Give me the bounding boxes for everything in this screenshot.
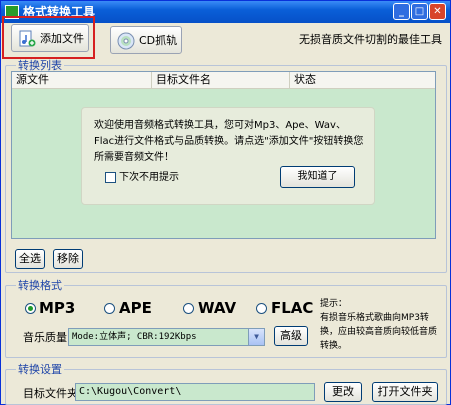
radio-ape[interactable] [104,303,115,314]
app-window: 格式转换工具 _ □ ✕ 添加文件 CD抓轨 无损音质文件切割的最佳工具 转换列… [0,0,451,405]
maximize-button[interactable]: □ [411,3,428,20]
dont-show-label[interactable]: 下次不用提示 [119,171,179,185]
cd-rip-label: CD抓轨 [139,34,178,47]
cd-rip-button[interactable]: CD抓轨 [110,26,182,54]
quality-label: 音乐质量 [23,331,67,344]
file-list-header: 源文件 目标文件名 状态 [12,72,435,89]
label-mp3[interactable]: MP3 [39,300,75,317]
select-all-button[interactable]: 全选 [15,249,45,269]
add-file-button[interactable]: 添加文件 [11,24,89,52]
open-folder-button[interactable]: 打开文件夹 [372,382,438,402]
add-file-label: 添加文件 [40,32,84,45]
target-folder-label: 目标文件夹 [23,387,78,400]
advanced-button[interactable]: 高级 [274,326,308,346]
column-source-file[interactable]: 源文件 [12,72,152,88]
quality-value: Mode:立体声; CBR:192Kbps [72,332,197,342]
welcome-text: 欢迎使用音频格式转换工具，您可对Mp3、Ape、Wav、Flac进行文件格式与品… [94,120,364,163]
quality-dropdown[interactable]: Mode:立体声; CBR:192Kbps ▼ [68,328,265,346]
dont-show-checkbox[interactable] [105,172,116,183]
label-flac[interactable]: FLAC [271,300,313,317]
minimize-button[interactable]: _ [393,3,410,20]
tagline: 无损音质文件切割的最佳工具 [299,33,442,46]
convert-settings-title: 转换设置 [16,363,64,376]
column-target-name[interactable]: 目标文件名 [152,72,290,88]
format-hint: 提示： 有损音乐格式歌曲向MP3转换，应由较高音质向较低音质转换。 [320,299,438,351]
change-button[interactable]: 更改 [324,382,362,402]
radio-mp3[interactable] [25,303,36,314]
got-it-button[interactable]: 我知道了 [280,166,355,188]
close-button[interactable]: ✕ [429,3,446,20]
remove-button[interactable]: 移除 [53,249,83,269]
label-wav[interactable]: WAV [198,300,236,317]
convert-format-title: 转换格式 [16,279,64,292]
cd-icon [117,32,135,50]
music-file-add-icon [19,30,36,47]
chevron-down-icon[interactable]: ▼ [248,329,264,345]
target-folder-input[interactable]: C:\Kugou\Convert\ [75,383,315,401]
column-status[interactable]: 状态 [290,72,435,88]
radio-wav[interactable] [183,303,194,314]
label-ape[interactable]: APE [119,300,152,317]
welcome-panel: 欢迎使用音频格式转换工具，您可对Mp3、Ape、Wav、Flac进行文件格式与品… [81,107,375,205]
radio-flac[interactable] [256,303,267,314]
